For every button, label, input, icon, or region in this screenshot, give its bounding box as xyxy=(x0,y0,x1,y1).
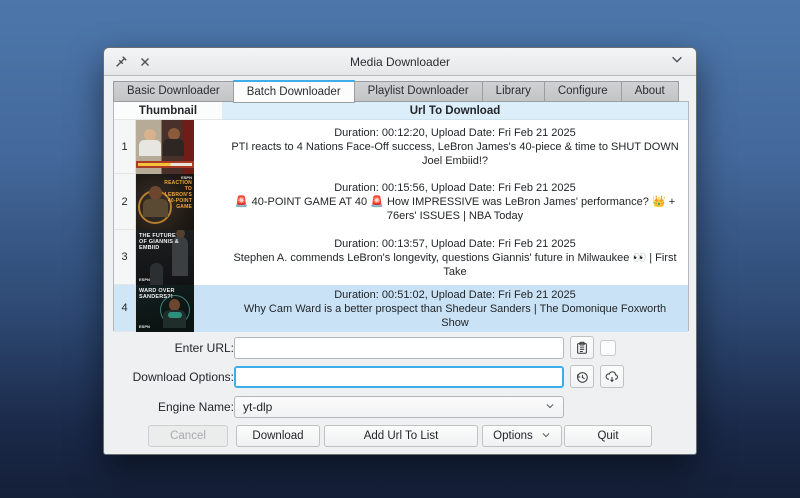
add-url-to-list-button[interactable]: Add Url To List xyxy=(324,425,478,447)
download-list-table: Thumbnail Url To Download 1 Duration: 00… xyxy=(113,101,689,331)
video-meta: Duration: 00:12:20, Upload Date: Fri Feb… xyxy=(334,126,576,140)
video-thumbnail: WARD OVER SANDERS?! ESPN xyxy=(136,285,194,332)
thumbnail-cell xyxy=(136,120,222,174)
tab-about[interactable]: About xyxy=(621,81,679,102)
media-downloader-window: Media Downloader Basic Downloader Batch … xyxy=(103,47,697,455)
tab-playlist-downloader[interactable]: Playlist Downloader xyxy=(355,81,482,102)
video-info-cell: Duration: 00:13:57, Upload Date: Fri Feb… xyxy=(222,230,688,285)
download-options-input-wrap xyxy=(234,366,564,388)
video-thumbnail xyxy=(136,120,194,174)
video-meta: Duration: 00:15:56, Upload Date: Fri Feb… xyxy=(334,181,576,195)
download-options-label: Download Options: xyxy=(114,370,234,384)
video-meta: Duration: 00:13:57, Upload Date: Fri Feb… xyxy=(334,237,576,251)
column-header-url: Url To Download xyxy=(222,102,688,120)
quit-button[interactable]: Quit xyxy=(564,425,652,447)
titlebar[interactable]: Media Downloader xyxy=(104,48,696,76)
tab-library[interactable]: Library xyxy=(482,81,544,102)
video-info-cell: Duration: 00:12:20, Upload Date: Fri Feb… xyxy=(222,120,688,174)
tab-basic-downloader[interactable]: Basic Downloader xyxy=(113,81,233,102)
thumbnail-cell: THE FUTURE OF GIANNIS & EMBIID ESPN xyxy=(136,230,222,285)
tab-batch-downloader[interactable]: Batch Downloader xyxy=(233,80,355,103)
chevron-down-icon xyxy=(541,430,551,443)
options-history-button[interactable] xyxy=(570,365,594,388)
thumbnail-cell: ESPN REACTION TO LEBRON'S 40-POINT GAME xyxy=(136,174,222,230)
table-header-row: Thumbnail Url To Download xyxy=(114,102,688,120)
desktop-background: Media Downloader Basic Downloader Batch … xyxy=(0,0,800,498)
row-number: 2 xyxy=(114,174,136,230)
enter-url-label: Enter URL: xyxy=(114,341,234,355)
table-row-selected[interactable]: 4 WARD OVER SANDERS?! ESPN Duration: 00:… xyxy=(114,285,688,332)
video-thumbnail: ESPN REACTION TO LEBRON'S 40-POINT GAME xyxy=(136,174,194,230)
column-header-thumbnail: Thumbnail xyxy=(114,102,222,120)
url-input-wrap xyxy=(234,337,564,359)
tab-configure[interactable]: Configure xyxy=(544,81,621,102)
row-number: 4 xyxy=(114,285,136,332)
video-title: Stephen A. commends LeBron's longevity, … xyxy=(230,251,680,279)
thumbnail-cell: WARD OVER SANDERS?! ESPN xyxy=(136,285,222,332)
engine-select[interactable]: yt-dlp xyxy=(234,396,564,418)
table-row[interactable]: 1 Duration: 00:12:20, Upload Date: Fri F… xyxy=(114,120,688,174)
video-meta: Duration: 00:51:02, Upload Date: Fri Feb… xyxy=(334,288,576,302)
download-button[interactable]: Download xyxy=(236,425,320,447)
table-row[interactable]: 3 THE FUTURE OF GIANNIS & EMBIID ESPN Du… xyxy=(114,230,688,285)
chevron-down-icon xyxy=(545,400,555,414)
paste-clipboard-button[interactable] xyxy=(570,336,594,359)
table-row[interactable]: 2 ESPN REACTION TO LEBRON'S 40-POINT GAM… xyxy=(114,174,688,230)
url-checkbox[interactable] xyxy=(600,340,616,356)
row-number: 3 xyxy=(114,230,136,285)
video-title: 🚨 40-POINT GAME AT 40 🚨 How IMPRESSIVE w… xyxy=(230,195,680,223)
tab-bar: Basic Downloader Batch Downloader Playli… xyxy=(113,80,679,102)
video-title: Why Cam Ward is a better prospect than S… xyxy=(230,302,680,330)
window-title: Media Downloader xyxy=(104,55,696,69)
row-number: 1 xyxy=(114,120,136,174)
download-options-input[interactable] xyxy=(235,367,563,387)
video-thumbnail: THE FUTURE OF GIANNIS & EMBIID ESPN xyxy=(136,230,194,285)
video-title: PTI reacts to 4 Nations Face-Off success… xyxy=(230,140,680,168)
url-input[interactable] xyxy=(235,338,563,358)
cancel-button: Cancel xyxy=(148,425,228,447)
download-defaults-button[interactable] xyxy=(600,365,624,388)
options-dropdown-button[interactable]: Options xyxy=(482,425,562,447)
engine-name-label: Engine Name: xyxy=(114,400,234,414)
engine-select-value: yt-dlp xyxy=(243,400,272,414)
video-info-cell: Duration: 00:51:02, Upload Date: Fri Feb… xyxy=(222,285,688,332)
video-info-cell: Duration: 00:15:56, Upload Date: Fri Feb… xyxy=(222,174,688,230)
